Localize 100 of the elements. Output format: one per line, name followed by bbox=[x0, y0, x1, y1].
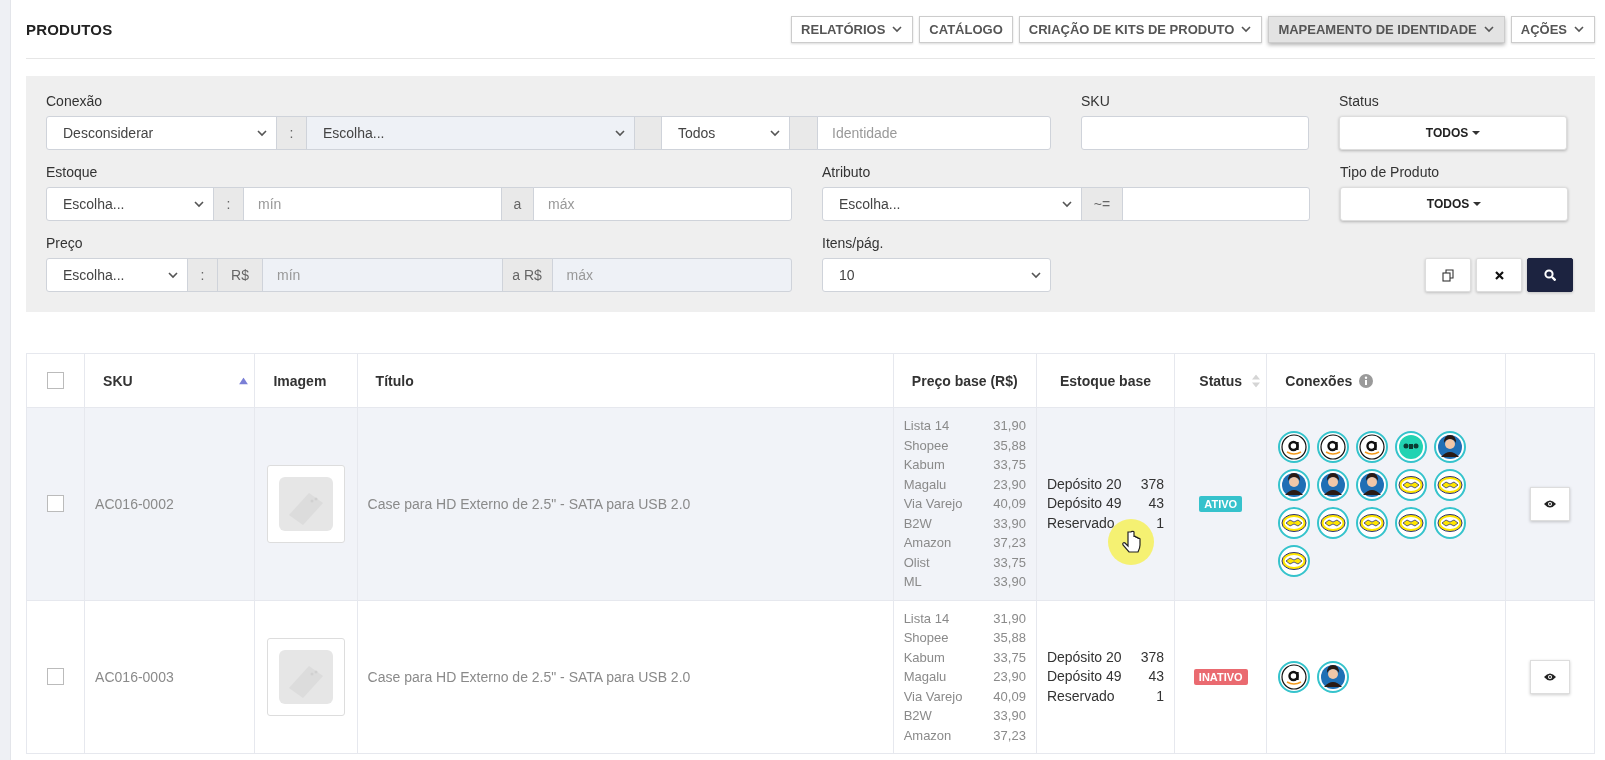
handshake-icon bbox=[1434, 506, 1467, 539]
store-name: ML bbox=[903, 573, 923, 591]
column-header: Status bbox=[1199, 372, 1243, 389]
store-name: Shopee bbox=[903, 436, 950, 455]
stock-label: Reservado bbox=[1046, 513, 1116, 533]
price-value: 40,09 bbox=[993, 495, 1026, 513]
avatar-icon bbox=[1317, 660, 1350, 693]
amazon-icon bbox=[1317, 430, 1350, 463]
select-field[interactable]: Escolha... bbox=[822, 187, 1082, 221]
store-name: B2W bbox=[903, 514, 933, 533]
price-value: 33,75 bbox=[993, 456, 1026, 474]
copy-button[interactable] bbox=[1425, 258, 1471, 292]
store-name: Via Varejo bbox=[903, 495, 963, 513]
toolbar-button[interactable]: AÇÕES bbox=[1510, 15, 1595, 43]
select-field[interactable]: Desconsiderar bbox=[46, 116, 277, 150]
price-value: 37,23 bbox=[993, 726, 1026, 745]
select-field[interactable]: Escolha... bbox=[46, 258, 188, 292]
chevron-down-icon bbox=[1061, 200, 1073, 208]
store-name: Lista 14 bbox=[903, 609, 951, 628]
amazon-icon bbox=[1278, 430, 1311, 463]
input-field[interactable]: Identidade bbox=[817, 116, 1051, 150]
chevron-down-icon bbox=[193, 200, 205, 208]
select-field[interactable]: 10 bbox=[822, 258, 1051, 292]
price-value: 31,90 bbox=[993, 609, 1026, 628]
store-name: Kabum bbox=[903, 456, 946, 474]
stock-value: 1 bbox=[1155, 686, 1165, 706]
avatar-icon bbox=[1317, 468, 1350, 501]
field-label: Estoque bbox=[46, 164, 99, 180]
dropdown-button[interactable]: TODOS bbox=[1340, 187, 1568, 221]
search-icon bbox=[1544, 269, 1556, 281]
column-header: Preço base (R$) bbox=[911, 372, 1018, 389]
chevron-down-icon bbox=[256, 129, 268, 137]
price-value: 35,88 bbox=[993, 436, 1026, 455]
select-field[interactable]: Todos bbox=[661, 116, 790, 150]
status-badge: INATIVO bbox=[1193, 669, 1248, 686]
column-header: SKU bbox=[103, 372, 133, 389]
input-field[interactable] bbox=[1122, 187, 1310, 221]
price-value: 23,90 bbox=[993, 475, 1026, 494]
input-addon: ~= bbox=[1081, 187, 1123, 221]
image-placeholder-icon bbox=[279, 649, 333, 704]
field-label: Preço bbox=[46, 235, 84, 251]
checkbox[interactable] bbox=[47, 372, 65, 389]
chevron-down-icon bbox=[614, 129, 626, 137]
price-value: 35,88 bbox=[993, 629, 1026, 647]
sku-text: AC016-0002 bbox=[95, 495, 174, 512]
caret-icon bbox=[1473, 202, 1482, 206]
stock-value: 378 bbox=[1140, 647, 1165, 667]
store-name: Amazon bbox=[903, 726, 953, 745]
toolbar-button[interactable]: CATÁLOGO bbox=[919, 15, 1013, 43]
price-value: 33,90 bbox=[993, 707, 1026, 725]
clear-button[interactable] bbox=[1476, 258, 1522, 292]
field-label: Tipo de Produto bbox=[1340, 164, 1441, 180]
input-addon: a R$ bbox=[501, 258, 553, 292]
product-title: Case para HD Externo de 2.5" - SATA para USB 2.0 bbox=[367, 668, 691, 685]
column-header: Conexões bbox=[1285, 372, 1353, 389]
input-field[interactable]: mín bbox=[243, 187, 502, 221]
avatar-icon bbox=[1356, 468, 1389, 501]
search-button[interactable] bbox=[1527, 258, 1573, 292]
toolbar-button[interactable]: MAPEAMENTO DE IDENTIDADE bbox=[1268, 15, 1505, 43]
stock-value: 43 bbox=[1147, 494, 1165, 513]
handshake-icon bbox=[1395, 468, 1428, 501]
chevron-down-icon bbox=[1030, 271, 1042, 279]
handshake-icon bbox=[1278, 544, 1311, 577]
checkbox[interactable] bbox=[47, 668, 65, 686]
caret-icon bbox=[1472, 131, 1481, 135]
stock-label: Depósito 20 bbox=[1046, 647, 1122, 667]
handshake-icon bbox=[1434, 468, 1467, 501]
toolbar-button[interactable]: CRIAÇÃO DE KITS DE PRODUTO bbox=[1018, 15, 1263, 43]
avatar-icon bbox=[1434, 430, 1467, 463]
input-field[interactable]: máx bbox=[533, 187, 792, 221]
column-header: Título bbox=[375, 372, 414, 389]
stock-label: Depósito 49 bbox=[1046, 494, 1122, 513]
field-label: Itens/pág. bbox=[822, 235, 885, 251]
price-value: 31,90 bbox=[993, 417, 1026, 435]
handshake-icon bbox=[1395, 506, 1428, 539]
field-label: Conexão bbox=[46, 93, 104, 109]
store-name: Kabum bbox=[903, 648, 946, 667]
dropdown-button[interactable]: TODOS bbox=[1339, 116, 1567, 150]
eye-icon bbox=[1543, 671, 1556, 682]
select-field[interactable]: Escolha... bbox=[46, 187, 214, 221]
field-label: SKU bbox=[1081, 93, 1111, 109]
round-logo-icon bbox=[1395, 430, 1428, 463]
chevron-down-icon bbox=[769, 129, 781, 137]
price-value: 40,09 bbox=[993, 687, 1026, 706]
view-button[interactable] bbox=[1529, 659, 1570, 694]
input-addon bbox=[789, 116, 818, 150]
checkbox[interactable] bbox=[47, 495, 65, 513]
stock-label: Reservado bbox=[1046, 686, 1116, 706]
store-name: Magalu bbox=[903, 668, 948, 686]
amazon-icon bbox=[1356, 430, 1389, 463]
price-value: 33,75 bbox=[993, 553, 1026, 572]
column-header: Imagem bbox=[273, 372, 327, 389]
input-field[interactable] bbox=[1081, 116, 1309, 150]
view-button[interactable] bbox=[1529, 486, 1570, 521]
input-addon bbox=[634, 116, 662, 150]
toolbar-button[interactable]: RELATÓRIOS bbox=[791, 15, 914, 43]
stock-value: 1 bbox=[1155, 513, 1165, 533]
field-label: Status bbox=[1339, 93, 1380, 109]
price-value: 23,90 bbox=[993, 668, 1026, 686]
store-name: Olist bbox=[903, 553, 931, 572]
